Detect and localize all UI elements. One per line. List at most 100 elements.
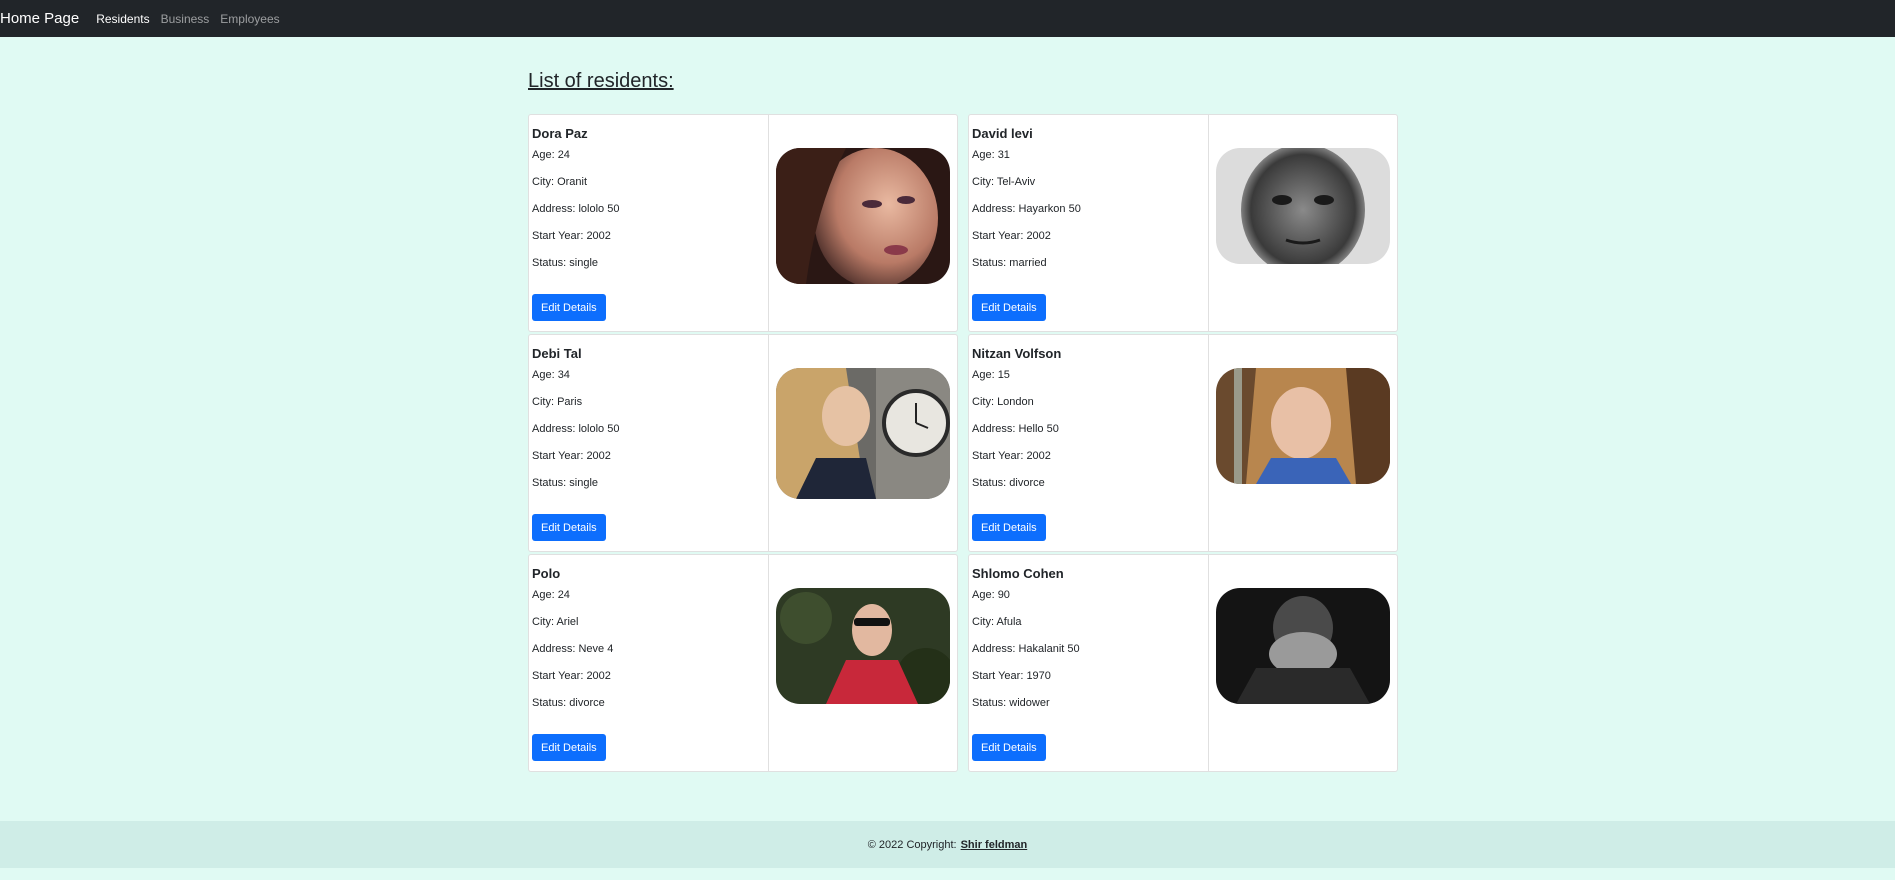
resident-city: City: London	[972, 395, 1208, 422]
start-year-value: 2002	[1026, 450, 1051, 462]
resident-card: Shlomo Cohen Age: 90 City: Afula Address…	[968, 554, 1398, 772]
resident-name: Shlomo Cohen	[972, 566, 1064, 581]
start-year-label: Start Year:	[972, 450, 1027, 462]
page-footer: © 2022 Copyright: Shir feldman	[0, 821, 1895, 868]
address-label: Address:	[532, 203, 579, 215]
address-label: Address:	[972, 203, 1019, 215]
start-year-label: Start Year:	[972, 670, 1027, 682]
resident-age: Age: 15	[972, 368, 1208, 395]
status-label: Status:	[532, 257, 570, 269]
resident-info: Dora Paz Age: 24 City: Oranit Address: l…	[529, 115, 769, 331]
resident-name: David levi	[972, 126, 1033, 141]
nav-link-employees[interactable]: Employees	[220, 12, 279, 26]
status-value: single	[569, 257, 599, 269]
resident-photo-wrap	[1209, 115, 1397, 331]
age-label: Age:	[532, 149, 558, 161]
resident-age: Age: 31	[972, 148, 1208, 175]
resident-age: Age: 34	[532, 368, 768, 395]
resident-city: City: Tel-Aviv	[972, 175, 1208, 202]
nav-link-business[interactable]: Business	[161, 12, 210, 26]
city-value: Afula	[996, 616, 1022, 628]
resident-name: Debi Tal	[532, 346, 582, 361]
resident-address: Address: Neve 4	[532, 642, 768, 669]
nav-brand-home[interactable]: Home Page	[0, 10, 79, 27]
resident-info: Nitzan Volfson Age: 15 City: London Addr…	[969, 335, 1209, 551]
resident-status: Status: widower	[972, 696, 1208, 723]
start-year-value: 2002	[1026, 230, 1051, 242]
age-label: Age:	[532, 589, 558, 601]
footer-author-link[interactable]: Shir feldman	[961, 839, 1028, 851]
footer-copyright: © 2022 Copyright:	[867, 838, 957, 851]
start-year-value: 2002	[586, 670, 611, 682]
page-title: List of residents:	[528, 70, 674, 92]
city-label: City:	[972, 396, 998, 408]
status-label: Status:	[532, 477, 570, 489]
resident-start-year: Start Year: 2002	[532, 229, 768, 256]
age-label: Age:	[972, 369, 998, 381]
age-label: Age:	[972, 589, 998, 601]
resident-start-year: Start Year: 2002	[972, 229, 1208, 256]
resident-age: Age: 90	[972, 588, 1208, 615]
address-label: Address:	[972, 643, 1019, 655]
resident-name: Polo	[532, 566, 561, 581]
city-value: London	[997, 396, 1034, 408]
resident-photo-wrap	[1209, 335, 1397, 551]
status-value: single	[569, 477, 599, 489]
status-value: married	[1009, 257, 1047, 269]
resident-start-year: Start Year: 1970	[972, 669, 1208, 696]
resident-name: Nitzan Volfson	[972, 346, 1062, 361]
bottom-spacer	[0, 868, 1895, 880]
resident-photo	[1216, 588, 1390, 704]
city-label: City:	[532, 176, 558, 188]
edit-details-button[interactable]: Edit Details	[532, 294, 606, 321]
start-year-label: Start Year:	[532, 670, 587, 682]
resident-start-year: Start Year: 2002	[532, 449, 768, 476]
age-value: 15	[997, 369, 1010, 381]
resident-status: Status: single	[532, 256, 768, 283]
edit-details-button[interactable]: Edit Details	[532, 514, 606, 541]
city-label: City:	[972, 176, 997, 188]
resident-status: Status: divorce	[972, 476, 1208, 503]
address-value: Hakalanit 50	[1018, 643, 1080, 655]
age-value: 90	[997, 589, 1010, 601]
start-year-label: Start Year:	[532, 450, 587, 462]
resident-address: Address: Hakalanit 50	[972, 642, 1208, 669]
status-label: Status:	[532, 697, 570, 709]
age-value: 24	[557, 589, 570, 601]
address-label: Address:	[532, 643, 579, 655]
resident-card: David levi Age: 31 City: Tel-Aviv Addres…	[968, 114, 1398, 332]
address-value: Hayarkon 50	[1018, 203, 1081, 215]
resident-status: Status: divorce	[532, 696, 768, 723]
edit-details-button[interactable]: Edit Details	[972, 294, 1046, 321]
resident-card: Dora Paz Age: 24 City: Oranit Address: l…	[528, 114, 958, 332]
resident-address: Address: lololo 50	[532, 422, 768, 449]
edit-details-button[interactable]: Edit Details	[532, 734, 606, 761]
resident-address: Address: lololo 50	[532, 202, 768, 229]
city-value: Tel-Aviv	[996, 176, 1036, 188]
age-value: 24	[557, 149, 570, 161]
start-year-value: 2002	[586, 450, 611, 462]
edit-details-button[interactable]: Edit Details	[972, 734, 1046, 761]
address-label: Address:	[532, 423, 579, 435]
resident-photo-wrap	[1209, 555, 1397, 771]
resident-photo	[1216, 148, 1390, 264]
edit-details-button[interactable]: Edit Details	[972, 514, 1046, 541]
resident-start-year: Start Year: 2002	[972, 449, 1208, 476]
status-label: Status:	[972, 697, 1010, 709]
address-value: Hello 50	[1018, 423, 1059, 435]
resident-photo-wrap	[769, 335, 957, 551]
resident-address: Address: Hello 50	[972, 422, 1208, 449]
start-year-label: Start Year:	[532, 230, 587, 242]
status-label: Status:	[972, 477, 1010, 489]
city-label: City:	[972, 616, 997, 628]
city-value: Ariel	[556, 616, 579, 628]
resident-address: Address: Hayarkon 50	[972, 202, 1208, 229]
city-value: Oranit	[557, 176, 588, 188]
resident-start-year: Start Year: 2002	[532, 669, 768, 696]
resident-card: Nitzan Volfson Age: 15 City: London Addr…	[968, 334, 1398, 552]
resident-info: Debi Tal Age: 34 City: Paris Address: lo…	[529, 335, 769, 551]
nav-link-residents[interactable]: Residents	[96, 12, 149, 26]
resident-info: Shlomo Cohen Age: 90 City: Afula Address…	[969, 555, 1209, 771]
resident-photo-wrap	[769, 555, 957, 771]
status-label: Status:	[972, 257, 1010, 269]
